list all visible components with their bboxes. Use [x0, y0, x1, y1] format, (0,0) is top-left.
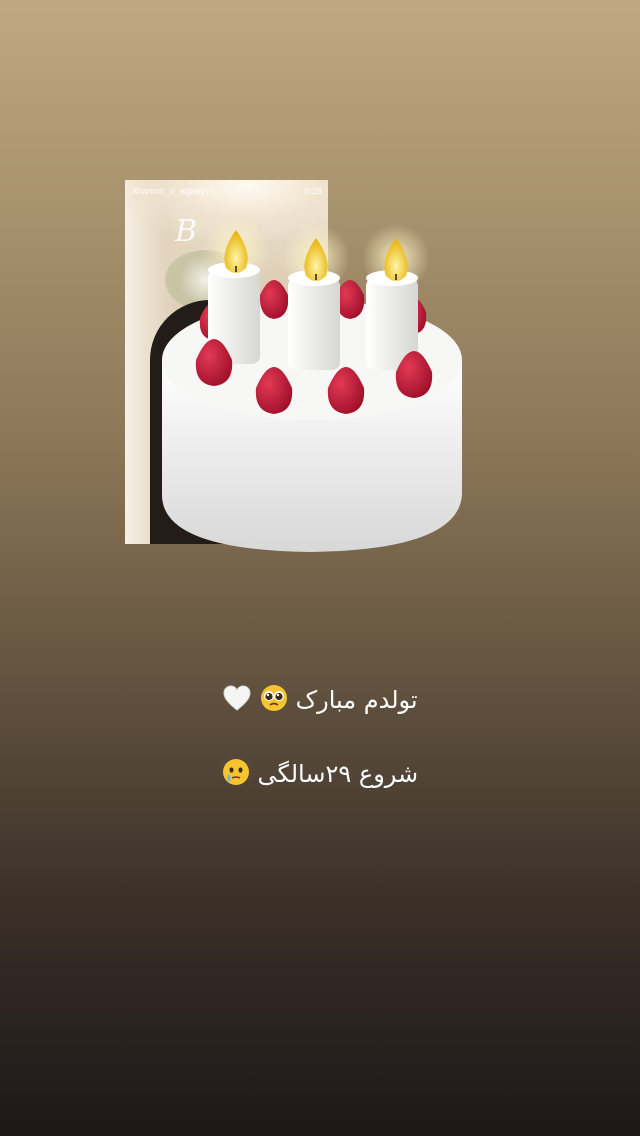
caption-line-1: تولدم مبارک	[0, 684, 640, 718]
caption-line-2-text: شروع ۲۹سالگی	[257, 760, 419, 788]
pleading-face-icon	[260, 684, 288, 718]
face-holding-back-tears-icon	[222, 758, 250, 792]
caption-line-2: شروع ۲۹سالگی	[0, 758, 640, 792]
story-background	[0, 0, 640, 1136]
post-username: khanom_o_aghay.m	[133, 186, 214, 196]
caption-line-1-text: تولدم مبارک	[295, 686, 418, 714]
white-heart-icon	[222, 684, 252, 718]
birthday-cake-icon	[162, 218, 462, 552]
post-time: 0:28	[304, 186, 322, 196]
